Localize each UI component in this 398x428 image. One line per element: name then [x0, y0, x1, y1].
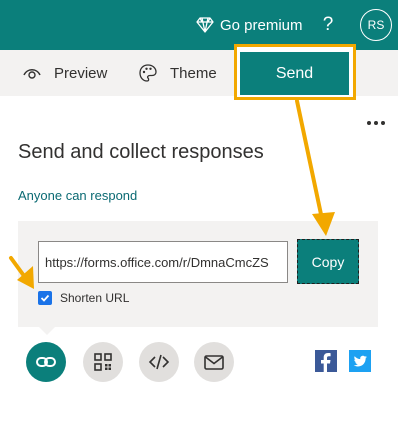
twitter-icon — [353, 355, 367, 367]
panel-pointer — [37, 325, 57, 335]
diamond-icon — [196, 17, 214, 33]
share-embed-button[interactable] — [139, 342, 179, 382]
form-url-input[interactable] — [38, 241, 288, 283]
qr-code-icon — [94, 353, 112, 371]
palette-icon — [139, 64, 157, 82]
eye-icon — [23, 69, 41, 79]
theme-label: Theme — [170, 64, 217, 82]
audience-dropdown[interactable]: Anyone can respond — [18, 188, 137, 203]
shorten-url-checkbox[interactable] — [38, 291, 52, 305]
avatar[interactable]: RS — [360, 9, 392, 41]
share-link-button[interactable] — [26, 342, 66, 382]
help-button[interactable]: ? — [318, 12, 338, 38]
shorten-url-label: Shorten URL — [60, 291, 130, 305]
embed-icon — [148, 354, 170, 370]
twitter-share-button[interactable] — [349, 350, 371, 372]
facebook-share-button[interactable] — [315, 350, 337, 372]
link-icon — [36, 357, 56, 367]
checkmark-icon — [40, 294, 50, 302]
send-button[interactable]: Send — [240, 52, 349, 95]
go-premium-label: Go premium — [220, 16, 303, 34]
go-premium-link[interactable]: Go premium — [196, 13, 303, 37]
share-qr-button[interactable] — [83, 342, 123, 382]
shorten-url-option: Shorten URL — [38, 291, 129, 305]
share-email-button[interactable] — [194, 342, 234, 382]
more-options-icon[interactable] — [364, 113, 388, 133]
app-header: Go premium ? RS — [0, 0, 398, 50]
theme-button[interactable]: Theme — [138, 50, 217, 96]
send-to-copy-arrow — [295, 99, 335, 236]
preview-button[interactable]: Preview — [22, 50, 107, 96]
copy-button[interactable]: Copy — [297, 239, 359, 284]
preview-label: Preview — [54, 64, 108, 82]
email-icon — [204, 355, 224, 370]
page-title: Send and collect responses — [18, 141, 264, 163]
facebook-icon — [321, 353, 331, 372]
